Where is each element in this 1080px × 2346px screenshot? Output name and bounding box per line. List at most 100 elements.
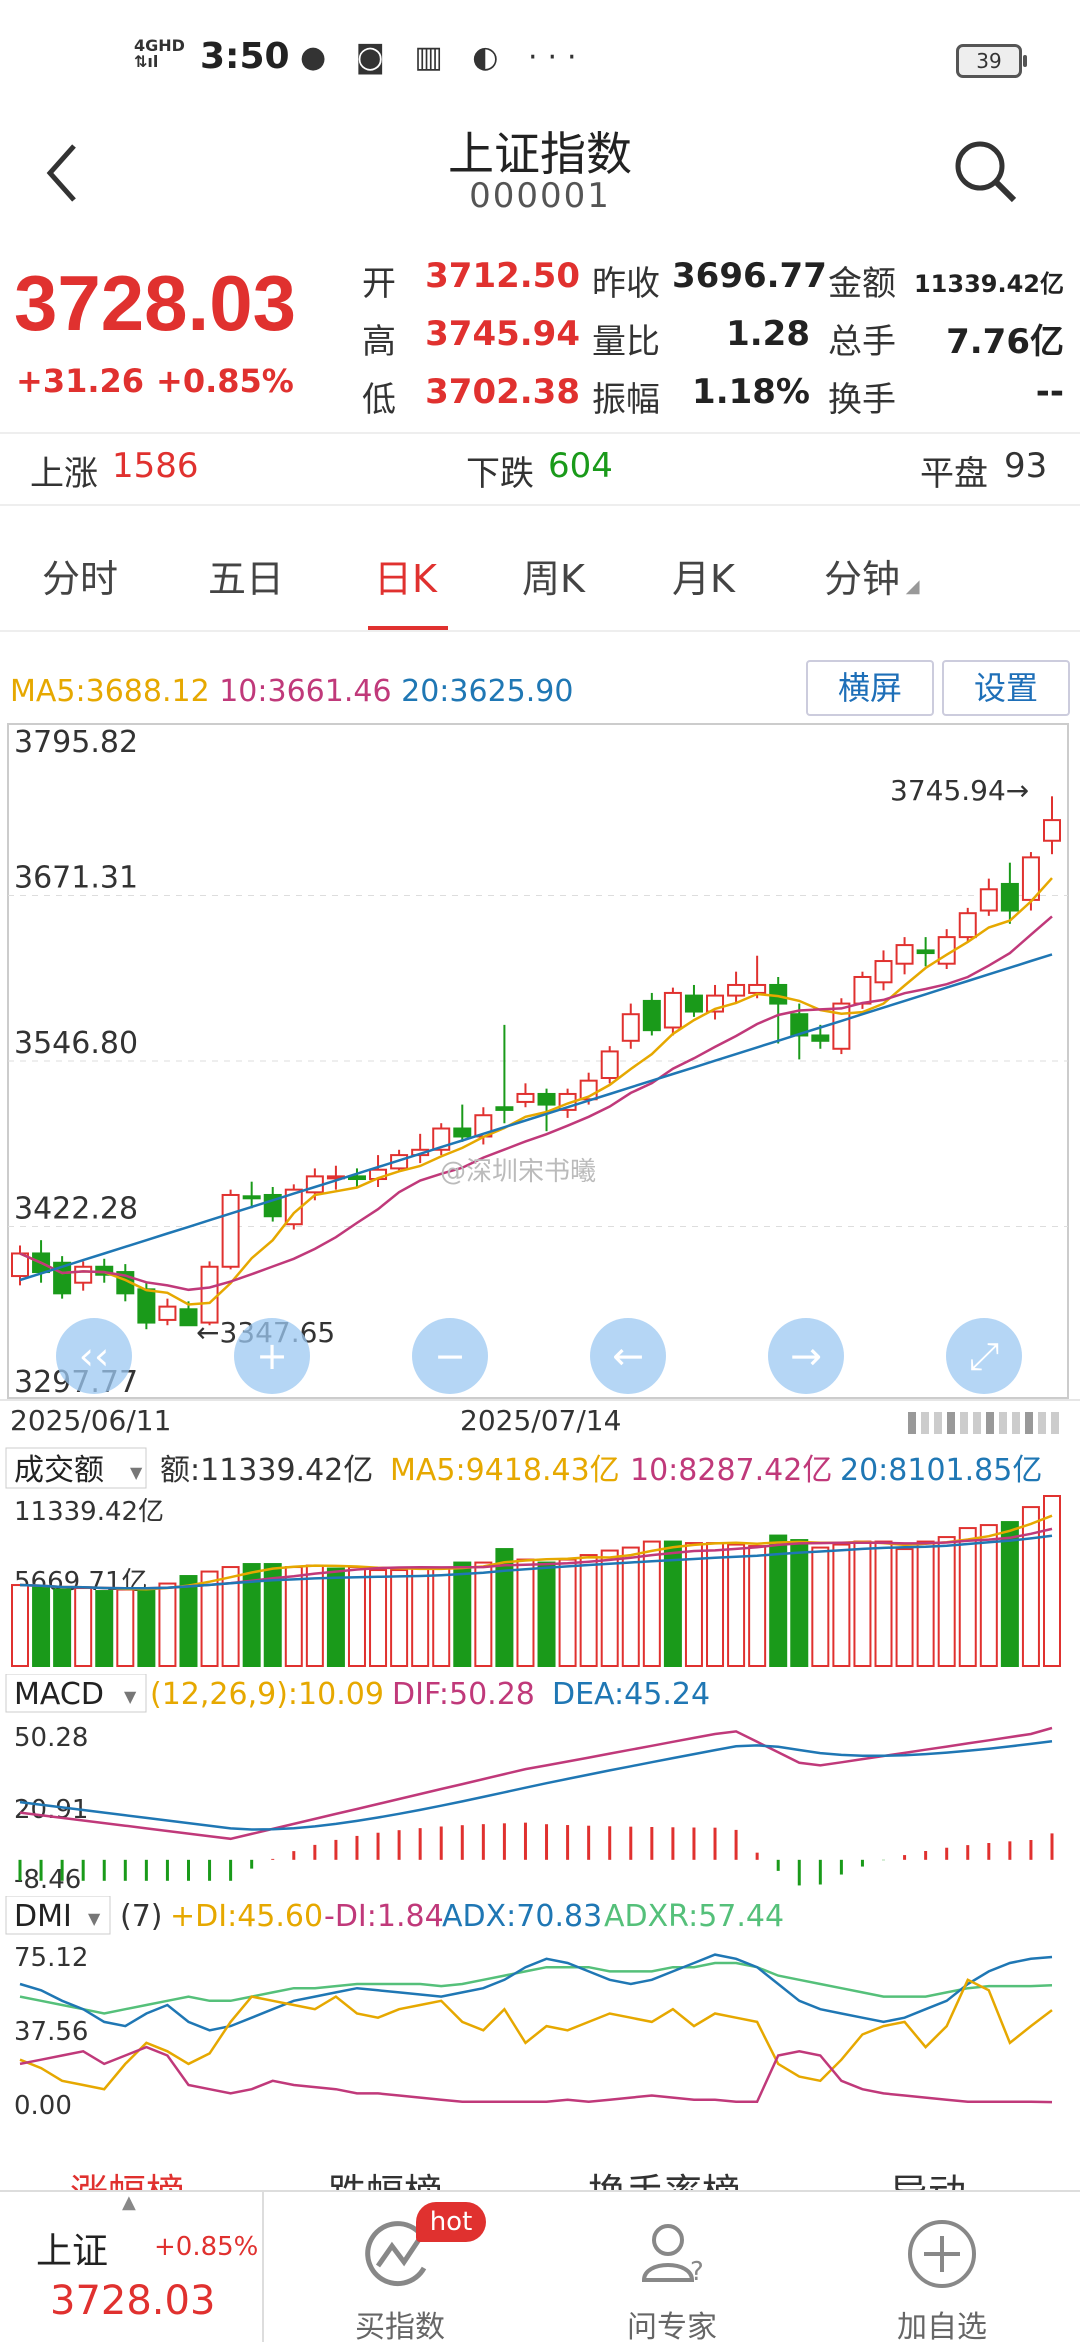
volume-bar [579,1554,598,1667]
kline-candle [74,1265,93,1284]
volume-bar [874,1540,893,1667]
date-scroll-indicator [1025,1412,1033,1434]
kline-candle [663,991,682,1029]
zoom-out-icon-glyph: − [434,1334,466,1378]
buy-index-button[interactable]: hot 买指数 [300,2202,500,2345]
battery-icon: 39 [956,44,1027,78]
settings-button[interactable]: 设置 [942,660,1070,716]
search-icon[interactable] [950,136,1020,206]
tab-gainers[interactable]: 涨幅榜 [70,2162,184,2192]
tab-turnover[interactable]: 换手率榜 [588,2162,740,2192]
kline-candle [727,983,746,997]
volume-bar [474,1561,493,1667]
kline-candle [1000,882,1019,912]
kline-candle [179,1308,198,1327]
dmi-dropdown-label: DMI [14,1899,72,1934]
volume-bar [1000,1521,1019,1667]
kline-chart[interactable]: 3795.823671.313546.803422.283297.773745.… [0,720,1080,1440]
down-label: 下跌 [466,454,534,494]
buy-index-label: 买指数 [355,2310,445,2345]
date-scroll-indicator [1051,1412,1059,1434]
tab-losers[interactable]: 跌幅榜 [328,2162,442,2192]
kline-candle [979,888,998,912]
volume-bar [853,1540,872,1667]
ma10-value: 10:3661.46 [219,674,392,709]
volume-ma20: 20:8101.85亿 [840,1453,1042,1488]
macd-dea-line [19,1739,1053,1831]
volume-bar [453,1561,472,1667]
low-label: 低 [362,380,396,420]
dmi-y-top: 75.12 [14,1943,88,1973]
kline-y-label: 3422.28 [14,1192,138,1227]
macd-dea: DEA:45.24 [552,1677,710,1712]
kline-candle [874,960,893,984]
volume-bar [916,1540,935,1667]
volume-bar [958,1527,977,1667]
landscape-button[interactable]: 横屏 [806,660,934,716]
volume-ratio-value: 1.28 [726,314,810,354]
chevron-down-icon: ▼ [124,1687,137,1706]
prev-close-label: 昨收 [592,264,660,304]
kline-candle [453,1127,472,1138]
volume-bar [1043,1495,1061,1667]
tab-daily-k[interactable]: 日K [374,548,437,603]
index-summary[interactable]: ▲ 上证 +0.85% 3728.03 [0,2192,264,2342]
chevron-down-icon: ▼ [130,1463,143,1482]
ma5-value: MA5:3688.12 [10,674,210,709]
volume-bar [390,1569,409,1667]
status-bar: 4GHD ⇅ıl 3:50 ● ◙ ▥ ◐ ··· 39 [0,0,1080,110]
tab-five-day[interactable]: 五日 [208,548,284,603]
svg-text:?: ? [690,2257,704,2287]
volume-bar [727,1543,746,1667]
date-scroll-indicator [908,1412,916,1434]
dmi-chart[interactable]: DMI ▼ (7) +DI:45.60 -DI:1.84ADX:70.83 ADXR:57… [0,1896,1080,2126]
volume-bar [432,1567,451,1667]
macd-chart[interactable]: MACD ▼ (12,26,9):10.09 DIF:50.28 DEA:45.24 50… [0,1674,1080,1896]
tab-weekly-k[interactable]: 周K [522,548,585,603]
dmi-adx: ADX:70.83 [442,1899,602,1934]
tab-unusual[interactable]: 异动 [890,2162,966,2192]
macd-y-bot: -8.46 [14,1865,81,1895]
volume-bar [32,1585,51,1668]
volume-ma5: MA5:9418.43亿 [390,1453,620,1488]
tab-minute[interactable]: 分钟 ◢ [824,548,920,603]
collapse-icon: ▲ [122,2192,136,2213]
dmi-pdi: +DI:45.60 [170,1899,323,1934]
date-scroll-indicator [947,1412,955,1434]
ask-expert-button[interactable]: ? 问专家 [572,2202,772,2345]
turnover-label: 换手 [828,380,896,420]
tab-intraday[interactable]: 分时 [42,548,118,603]
header: 上证指数 000001 [0,110,1080,230]
volume-bar [158,1582,177,1667]
date-label-mid: 2025/07/14 [460,1404,621,1437]
low-value: 3702.38 [425,372,580,412]
market-breadth: 上涨 1586 下跌 604 平盘 93 [0,432,1080,506]
hot-badge: hot [416,2202,486,2242]
kline-y-label: 3671.31 [14,860,138,895]
flat-label: 平盘 [920,454,988,494]
zoom-in-icon-glyph: + [256,1334,288,1378]
expert-icon: ? [641,2224,704,2287]
volume-bar [706,1542,725,1667]
kline-candle [600,1050,619,1080]
kline-candle [158,1305,177,1321]
kline-candle [748,983,767,994]
volume-bar [11,1584,29,1667]
dmi-y-bot: 0.00 [14,2091,72,2121]
volume-chart[interactable]: 成交额 ▼ 额:11339.42亿 MA5:9418.43亿 10:8287.42亿 20… [0,1444,1080,1674]
amplitude-value: 1.18% [692,372,810,412]
volume-bar [1021,1506,1040,1668]
date-scroll-indicator [1038,1412,1046,1434]
chart-period-tabs: 分时 五日 日K 周K 月K 分钟 ◢ [0,530,1080,632]
dmi-adxr: ADXR:57.44 [604,1899,784,1934]
add-watchlist-button[interactable]: 加自选 [842,2202,1042,2345]
date-scroll-indicator [934,1412,942,1434]
tab-monthly-k[interactable]: 月K [672,548,735,603]
volume-bar [411,1567,430,1667]
ranking-tabs: 涨幅榜 跌幅榜 换手率榜 异动 [0,2142,1080,2192]
volume-bar [600,1549,619,1667]
volume-bar [621,1546,640,1667]
volume-bar [137,1587,156,1667]
macd-dif: DIF:50.28 [392,1677,535,1712]
volume-bar [284,1566,303,1667]
